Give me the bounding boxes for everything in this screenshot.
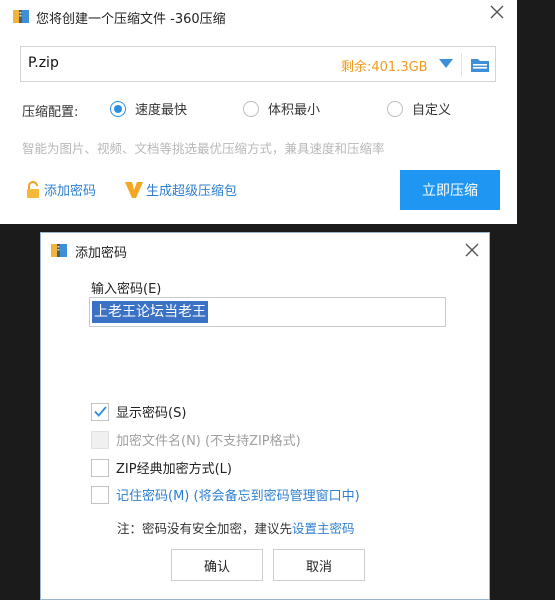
- show-password-label: 显示密码(S): [116, 406, 187, 421]
- encrypt-filename-option: 加密文件名(N) (不支持ZIP格式): [91, 430, 301, 449]
- window-title: 您将创建一个压缩文件 -360压缩: [36, 12, 226, 27]
- remember-password-link[interactable]: 记住密码(M): [116, 489, 189, 504]
- path-value[interactable]: P.zip: [28, 55, 59, 71]
- remember-password-option[interactable]: 记住密码(M) (将会备忘到密码管理窗口中): [91, 485, 360, 504]
- config-label: 压缩配置:: [22, 105, 79, 120]
- free-space-label: 剩余:401.3GB: [341, 60, 428, 75]
- add-password-dialog: 添加密码 输入密码(E) 上老王论坛当老王 显示密码(S) 加密文件名(N) (…: [40, 232, 490, 600]
- zip-classic-option[interactable]: ZIP经典加密方式(L): [91, 458, 232, 477]
- checkmark-icon: [93, 406, 107, 417]
- option-fastest[interactable]: 速度最快: [110, 99, 187, 118]
- show-password-option[interactable]: 显示密码(S): [91, 402, 186, 421]
- dialog-close-button[interactable]: [461, 239, 483, 261]
- security-note: 注：密码没有安全加密，建议先设置主密码: [117, 518, 355, 537]
- encrypt-filename-label: 加密文件名(N) (不支持ZIP格式): [116, 434, 301, 449]
- zip-classic-checkbox[interactable]: [91, 458, 109, 477]
- close-icon: [465, 243, 479, 257]
- radio-button[interactable]: [243, 100, 259, 117]
- password-value[interactable]: 上老王论坛当老王: [92, 301, 208, 323]
- add-password-label: 添加密码: [44, 184, 97, 199]
- radio-button[interactable]: [110, 100, 126, 117]
- option-label: 速度最快: [135, 103, 188, 118]
- option-label: 自定义: [412, 103, 452, 118]
- chevron-down-icon[interactable]: [439, 59, 453, 68]
- option-smallest[interactable]: 体积最小: [243, 99, 320, 118]
- option-custom[interactable]: 自定义: [387, 99, 451, 118]
- remember-password-note: (将会备忘到密码管理窗口中): [189, 489, 360, 504]
- remember-password-label: 记住密码(M) (将会备忘到密码管理窗口中): [116, 485, 360, 504]
- lock-icon: [27, 180, 39, 198]
- divider: [461, 53, 462, 77]
- confirm-button[interactable]: 确认: [171, 549, 263, 581]
- dialog-title: 添加密码: [75, 246, 128, 261]
- archive-icon: [51, 244, 67, 257]
- archive-icon: [13, 10, 29, 23]
- super-package-link[interactable]: 生成超级压缩包: [124, 180, 237, 199]
- add-password-link[interactable]: 添加密码: [25, 180, 96, 199]
- show-password-checkbox[interactable]: [91, 402, 109, 421]
- close-icon: [490, 5, 504, 19]
- super-package-label: 生成超级压缩包: [146, 184, 238, 199]
- title-bar: 您将创建一个压缩文件 -360压缩: [0, 0, 517, 32]
- close-button[interactable]: [486, 1, 508, 23]
- v-badge-icon: [125, 181, 143, 198]
- set-master-password-link[interactable]: 设置主密码: [292, 521, 355, 536]
- password-input[interactable]: 上老王论坛当老王: [89, 297, 446, 327]
- folder-icon[interactable]: [470, 56, 490, 74]
- zip-classic-label: ZIP经典加密方式(L): [116, 462, 232, 477]
- note-text: 注：密码没有安全加密，建议先: [117, 521, 293, 536]
- radio-button[interactable]: [387, 100, 403, 117]
- remember-password-checkbox[interactable]: [91, 485, 109, 504]
- cancel-button[interactable]: 取消: [273, 549, 365, 581]
- hint-text: 智能为图片、视频、文档等挑选最优压缩方式，兼具速度和压缩率: [22, 141, 385, 156]
- compress-now-button[interactable]: 立即压缩: [400, 170, 500, 210]
- compress-window: 您将创建一个压缩文件 -360压缩 P.zip 剩余:401.3GB 压缩配置:…: [0, 0, 517, 224]
- dialog-title-bar: 添加密码: [41, 233, 489, 265]
- password-input-label: 输入密码(E): [91, 282, 162, 297]
- encrypt-filename-checkbox: [91, 430, 109, 449]
- path-field[interactable]: P.zip 剩余:401.3GB: [20, 46, 496, 82]
- option-label: 体积最小: [268, 103, 321, 118]
